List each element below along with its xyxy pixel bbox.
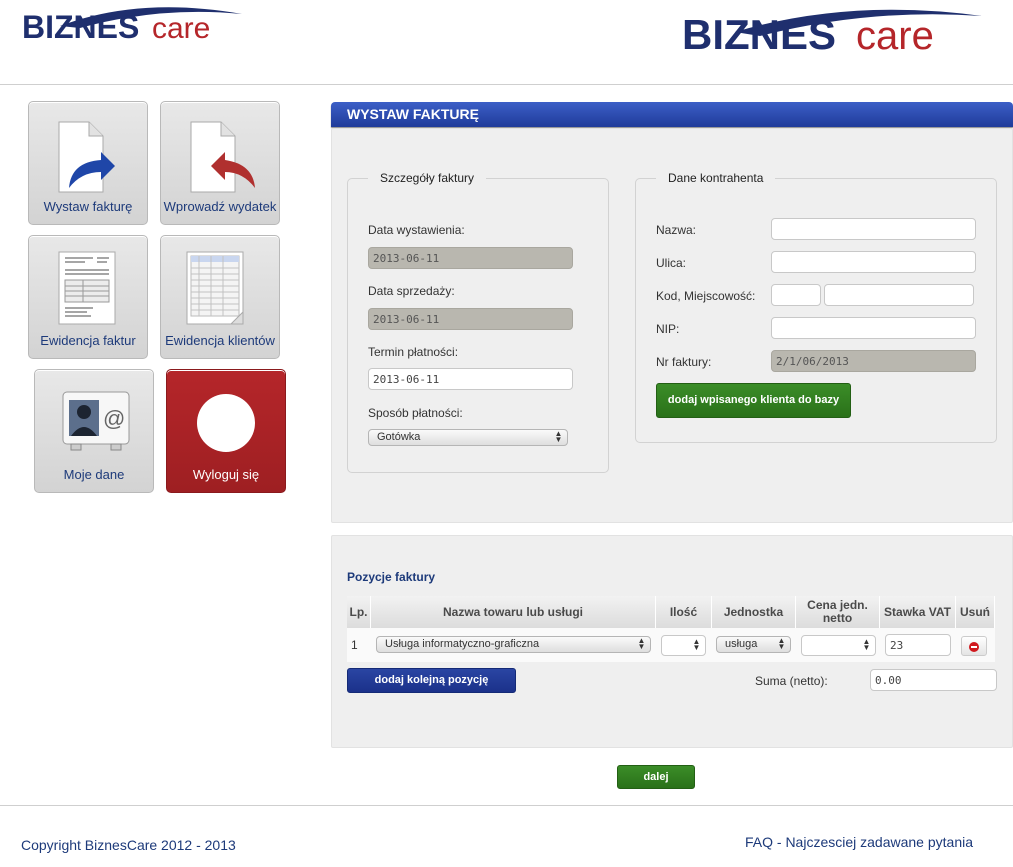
select-arrows-icon: ▲ ▼ — [554, 429, 563, 444]
add-item-button[interactable]: dodaj kolejną pozycję — [347, 668, 516, 693]
issue-invoice-icon — [58, 121, 115, 193]
contractor-postal-city-label: Kod, Miejscowość: — [656, 289, 756, 303]
logo-care-text: care — [152, 12, 210, 44]
next-button[interactable]: dalej — [617, 765, 695, 789]
invoice-details-legend: Szczegóły faktury — [368, 171, 487, 185]
invoice-register-icon — [58, 251, 116, 325]
contractor-legend: Dane kontrahenta — [656, 171, 776, 185]
due-date-field[interactable]: 2013-06-11 — [368, 368, 573, 390]
col-header-unit: Jednostka — [712, 596, 796, 628]
items-title: Pozycje faktury — [347, 570, 436, 584]
tile-label: Wystaw fakturę — [43, 199, 133, 214]
nip-field[interactable] — [771, 317, 976, 339]
sale-date-field: 2013-06-11 — [368, 308, 573, 330]
col-header-lp: Lp. — [347, 596, 371, 628]
header-divider — [0, 84, 1013, 85]
col-header-price: Cena jedn. netto — [796, 596, 880, 628]
col-header-vat: Stawka VAT — [880, 596, 956, 628]
add-client-button[interactable]: dodaj wpisanego klienta do bazy — [656, 383, 851, 418]
tile-issue-invoice[interactable]: Wystaw fakturę — [28, 101, 148, 225]
select-arrows-icon: ▲ ▼ — [637, 636, 646, 651]
contractor-name-field[interactable] — [771, 218, 976, 240]
tile-enter-expense[interactable]: Wprowadź wydatek — [160, 101, 280, 225]
enter-expense-icon — [190, 121, 255, 193]
tile-label: Ewidencja faktur — [40, 333, 136, 348]
issue-date-label: Data wystawienia: — [368, 223, 465, 237]
payment-method-select[interactable]: Gotówka ▲ ▼ — [368, 429, 568, 446]
client-register-icon — [186, 251, 244, 325]
contractor-nip-label: NIP: — [656, 322, 680, 336]
col-header-name: Nazwa towaru lub usługi — [371, 596, 656, 628]
logo-biznes-text: BIZNES — [682, 11, 836, 58]
footer-faq-link[interactable]: FAQ - Najczesciej zadawane pytania — [745, 834, 973, 850]
svg-text:@: @ — [103, 406, 125, 431]
tile-label: Moje dane — [63, 467, 125, 482]
row-price-stepper[interactable]: ▲ ▼ — [801, 635, 876, 656]
logo-care-text: care — [856, 14, 934, 58]
payment-method-label: Sposób płatności: — [368, 406, 463, 420]
logo-biznes-text: BIZNES — [22, 9, 139, 44]
tile-my-data[interactable]: @ Moje dane — [34, 369, 154, 493]
sum-label: Suma (netto): — [755, 674, 828, 688]
contractor-street-label: Ulica: — [656, 256, 687, 270]
row-qty-stepper[interactable]: ▲ ▼ — [661, 635, 706, 656]
price-header-line2: netto — [822, 611, 853, 625]
remove-icon — [969, 642, 979, 652]
row-unit-value: usługa — [725, 638, 758, 650]
due-date-label: Termin płatności: — [368, 345, 459, 359]
tile-label: Ewidencja klientów — [165, 333, 275, 348]
tile-label: Wprowadź wydatek — [163, 199, 277, 214]
row-unit-select[interactable]: usługa ▲ ▼ — [716, 636, 791, 653]
issue-date-field: 2013-06-11 — [368, 247, 573, 269]
footer-divider — [0, 805, 1013, 806]
stepper-arrows-icon: ▲ ▼ — [692, 637, 701, 652]
row-remove-button[interactable] — [961, 636, 987, 656]
page-title: WYSTAW FAKTURĘ — [331, 102, 1013, 127]
tile-invoice-register[interactable]: Ewidencja faktur — [28, 235, 148, 359]
contact-card-icon: @ — [62, 391, 130, 451]
postal-code-field[interactable] — [771, 284, 821, 306]
invoice-number-label: Nr faktury: — [656, 355, 712, 369]
footer-copyright: Copyright BiznesCare 2012 - 2013 — [21, 837, 236, 853]
contractor-street-field[interactable] — [771, 251, 976, 273]
brand-logo-large: BIZNES care — [680, 2, 985, 60]
row-item-value: Usługa informatyczno-graficzna — [385, 638, 540, 650]
row-lp: 1 — [351, 638, 358, 652]
city-field[interactable] — [824, 284, 974, 306]
payment-method-value: Gotówka — [377, 431, 421, 443]
select-arrows-icon: ▲ ▼ — [777, 636, 786, 651]
invoice-number-field: 2/1/06/2013 — [771, 350, 976, 372]
brand-logo-small[interactable]: BIZNES care — [20, 2, 245, 45]
contractor-name-label: Nazwa: — [656, 223, 697, 237]
row-item-select[interactable]: Usługa informatyczno-graficzna ▲ ▼ — [376, 636, 651, 653]
col-header-remove: Usuń — [956, 596, 995, 628]
stepper-arrows-icon: ▲ ▼ — [862, 637, 871, 652]
tile-logout[interactable]: Wyloguj się — [166, 369, 286, 493]
tile-client-register[interactable]: Ewidencja klientów — [160, 235, 280, 359]
row-vat-field[interactable]: 23 — [885, 634, 951, 656]
tile-label: Wyloguj się — [192, 467, 260, 482]
logout-circle-icon — [197, 394, 255, 452]
sale-date-label: Data sprzedaży: — [368, 284, 455, 298]
sum-field: 0.00 — [870, 669, 997, 691]
col-header-qty: Ilość — [656, 596, 712, 628]
